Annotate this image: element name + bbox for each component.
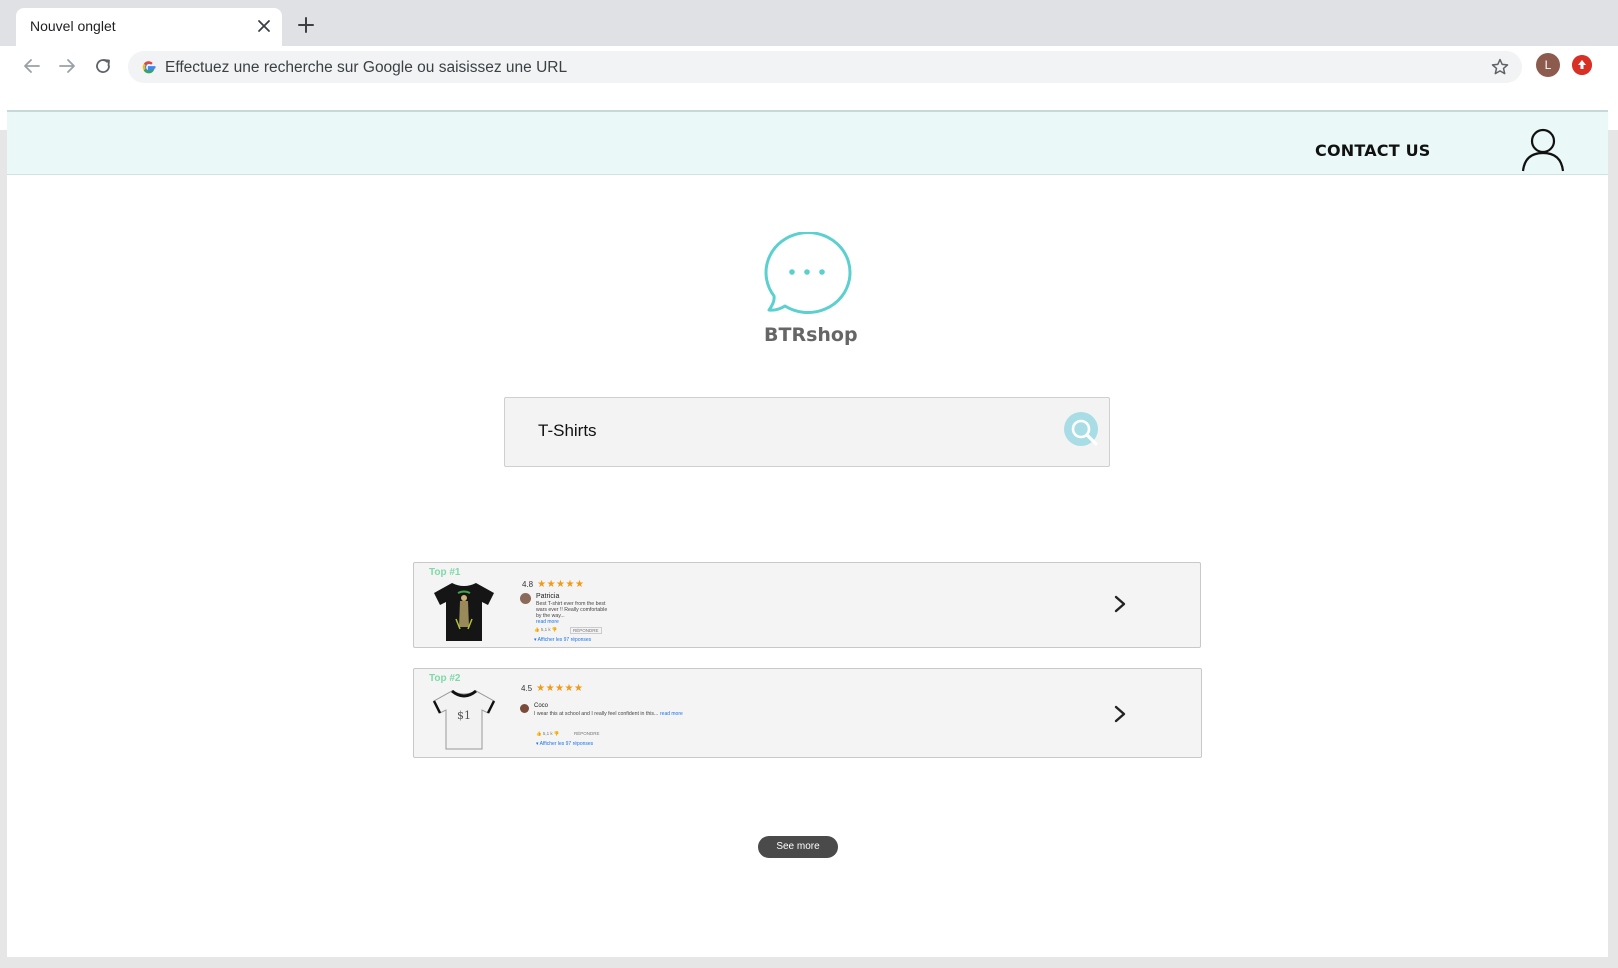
site-header: CONTACT US bbox=[7, 110, 1608, 175]
browser-tab[interactable]: Nouvel onglet bbox=[16, 8, 282, 46]
result-card[interactable]: Top #2 $1 4.5 ★★★★★ Coco I wear this at s… bbox=[413, 668, 1202, 758]
reply-button[interactable]: RÉPONDRE bbox=[572, 731, 602, 736]
rating-value: 4.8 bbox=[522, 580, 534, 589]
white-tshirt-image: $1 bbox=[432, 689, 496, 750]
review-text: I wear this at school and I really feel … bbox=[534, 711, 659, 717]
rating: 4.8 ★★★★★ bbox=[522, 579, 584, 590]
search-input[interactable]: T-Shirts bbox=[538, 421, 597, 441]
reviewer-name: Coco bbox=[534, 703, 549, 709]
rank-label: Top #2 bbox=[429, 673, 461, 684]
address-bar-placeholder: Effectuez une recherche sur Google ou sa… bbox=[165, 59, 568, 76]
stars-icon: ★★★★★ bbox=[537, 579, 585, 590]
replies-label: Afficher les 97 réponses bbox=[539, 741, 594, 747]
read-more-link[interactable]: read more bbox=[660, 711, 683, 717]
new-tab-icon[interactable] bbox=[296, 15, 316, 35]
reviewer-avatar bbox=[520, 704, 529, 713]
reload-icon[interactable] bbox=[90, 53, 116, 79]
profile-avatar[interactable]: L bbox=[1536, 53, 1560, 77]
likes-count: 👍 5,1 k 👎 bbox=[536, 731, 560, 736]
btrshop-logo-icon bbox=[764, 232, 852, 314]
show-replies-link[interactable]: ▾ Afficher les 97 réponses bbox=[534, 637, 591, 643]
black-tshirt-image bbox=[434, 583, 494, 641]
likes-count: 👍 5,1 k 👎 bbox=[534, 627, 558, 632]
chevron-right-icon[interactable] bbox=[1112, 704, 1128, 724]
reviewer-name: Patricia bbox=[536, 593, 560, 600]
bookmark-star-icon[interactable] bbox=[1490, 57, 1510, 77]
rank-label: Top #1 bbox=[429, 567, 461, 578]
web-page: CONTACT US BTRshop T-Shirts Top #1 4.8 ★… bbox=[7, 110, 1608, 957]
browser-tab-strip: Nouvel onglet bbox=[0, 0, 1618, 46]
see-more-button[interactable]: See more bbox=[758, 836, 838, 858]
rating-value: 4.5 bbox=[521, 684, 533, 693]
reviewer-avatar bbox=[520, 593, 531, 604]
forward-arrow-icon[interactable] bbox=[54, 53, 80, 79]
close-icon[interactable] bbox=[254, 16, 274, 36]
svg-text:$1: $1 bbox=[457, 709, 471, 722]
brand-name: BTRshop bbox=[764, 324, 858, 346]
address-bar[interactable]: Effectuez une recherche sur Google ou sa… bbox=[128, 51, 1522, 83]
user-account-icon[interactable] bbox=[1520, 126, 1566, 172]
tab-title: Nouvel onglet bbox=[30, 18, 116, 34]
contact-us-link[interactable]: CONTACT US bbox=[1315, 141, 1431, 160]
update-icon[interactable] bbox=[1572, 55, 1592, 75]
chevron-right-icon[interactable] bbox=[1112, 594, 1128, 614]
search-icon[interactable] bbox=[1063, 411, 1103, 451]
search-box[interactable]: T-Shirts bbox=[504, 397, 1110, 467]
reply-button[interactable]: RÉPONDRE bbox=[570, 627, 602, 634]
likes-value: 5,1 k bbox=[540, 627, 551, 632]
replies-label: Afficher les 97 réponses bbox=[537, 637, 592, 643]
read-more-link[interactable]: read more bbox=[536, 619, 559, 625]
result-card[interactable]: Top #1 4.8 ★★★★★ Patricia Best T-shirt ev… bbox=[413, 562, 1201, 648]
show-replies-link[interactable]: ▾ Afficher les 97 réponses bbox=[536, 741, 593, 747]
rating: 4.5 ★★★★★ bbox=[521, 683, 583, 694]
likes-value: 5,1 k bbox=[542, 731, 553, 736]
google-icon bbox=[142, 61, 156, 74]
back-arrow-icon[interactable] bbox=[19, 53, 45, 79]
review-text: Best T-shirt ever from the best wars eve… bbox=[536, 601, 608, 619]
stars-icon: ★★★★★ bbox=[536, 683, 584, 694]
